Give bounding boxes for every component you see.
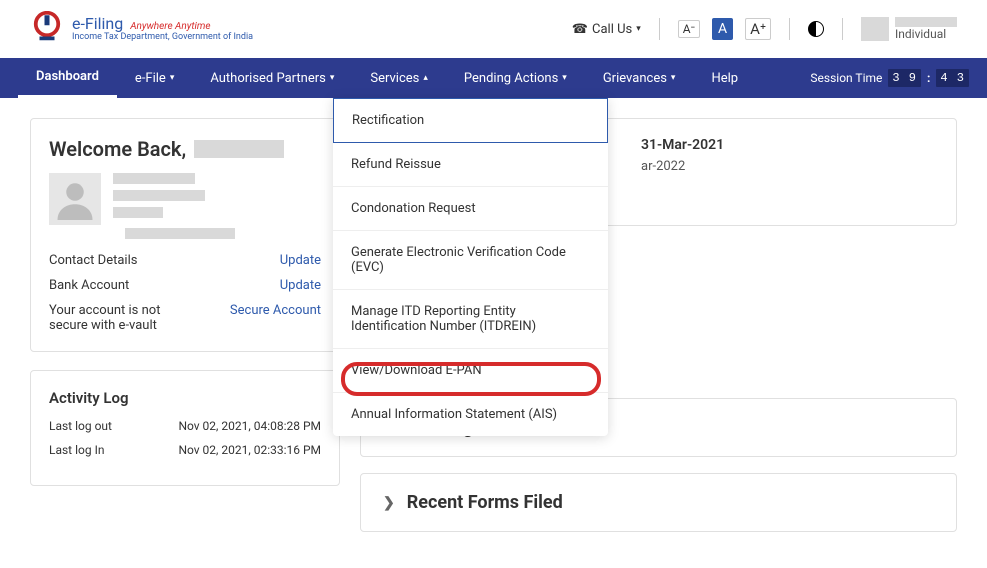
welcome-title: Welcome Back, <box>49 137 186 161</box>
bank-account-label: Bank Account <box>49 278 129 293</box>
menu-item-ais[interactable]: Annual Information Statement (AIS) <box>333 393 608 436</box>
page-content: Rectification Refund Reissue Condonation… <box>0 98 987 568</box>
user-avatar-placeholder <box>861 17 889 41</box>
brand-title: e-Filing <box>72 14 123 33</box>
redacted-line <box>125 228 235 239</box>
menu-item-condonation[interactable]: Condonation Request <box>333 187 608 231</box>
chevron-up-icon: ▴ <box>423 73 428 83</box>
fy-partial-date: ar-2022 <box>641 159 934 174</box>
nav-efile-label: e-File <box>135 71 166 86</box>
nav-help-label: Help <box>711 71 738 86</box>
last-login-value: Nov 02, 2021, 02:33:16 PM <box>178 443 321 457</box>
brand-subtitle: Income Tax Department, Government of Ind… <box>72 33 253 43</box>
fy-end-date: 31-Mar-2021 <box>641 137 934 153</box>
session-timer: Session Time 3 9 : 4 3 <box>810 69 969 87</box>
font-normal-button[interactable]: A <box>712 18 733 40</box>
last-login-row: Last log In Nov 02, 2021, 02:33:16 PM <box>49 443 321 457</box>
logo-area: e-Filing Anywhere Anytime Income Tax Dep… <box>30 9 253 49</box>
session-seconds: 4 3 <box>936 69 969 87</box>
nav-authorised-partners[interactable]: Authorised Partners ▾ <box>192 58 352 98</box>
nav-auth-label: Authorised Partners <box>210 71 326 86</box>
recent-forms-card[interactable]: ❯ Recent Forms Filed <box>360 473 957 532</box>
divider <box>789 18 790 40</box>
call-us-dropdown[interactable]: ☎ Call Us ▾ <box>572 22 641 37</box>
session-minutes: 3 9 <box>888 69 921 87</box>
font-decrease-button[interactable]: A⁻ <box>678 20 700 38</box>
chevron-right-icon: ❯ <box>383 495 395 511</box>
font-increase-button[interactable]: A⁺ <box>745 18 771 40</box>
chevron-down-icon: ▾ <box>671 73 676 83</box>
divider <box>659 18 660 40</box>
nav-efile[interactable]: e-File ▾ <box>117 58 192 98</box>
recent-forms-title: Recent Forms Filed <box>407 492 563 513</box>
contact-details-row: Contact Details Update <box>49 253 321 268</box>
last-logout-label: Last log out <box>49 419 112 433</box>
main-navbar: Dashboard e-File ▾ Authorised Partners ▾ S… <box>0 58 987 98</box>
menu-item-rectification[interactable]: Rectification <box>333 98 608 143</box>
contrast-toggle[interactable] <box>808 21 824 37</box>
secure-account-link[interactable]: Secure Account <box>230 303 321 318</box>
logo-text: e-Filing Anywhere Anytime Income Tax Dep… <box>72 15 253 42</box>
session-label: Session Time <box>810 71 882 85</box>
left-column: Welcome Back, Contact Details Update <box>30 118 340 548</box>
header-right: ☎ Call Us ▾ A⁻ A A⁺ Individual <box>572 17 957 41</box>
redacted-line <box>113 207 163 218</box>
activity-log-card: Activity Log Last log out Nov 02, 2021, … <box>30 370 340 486</box>
bank-account-row: Bank Account Update <box>49 278 321 293</box>
phone-icon: ☎ <box>572 22 588 37</box>
nav-griev-label: Grievances <box>603 71 667 86</box>
redacted-line <box>113 173 195 184</box>
user-type-label: Individual <box>895 27 957 41</box>
avatar-icon <box>49 173 101 225</box>
welcome-card: Welcome Back, Contact Details Update <box>30 118 340 352</box>
menu-item-epan[interactable]: View/Download E-PAN <box>333 349 608 393</box>
menu-item-refund-reissue[interactable]: Refund Reissue <box>333 143 608 187</box>
chevron-down-icon: ▾ <box>330 73 335 83</box>
page-header: e-Filing Anywhere Anytime Income Tax Dep… <box>0 0 987 58</box>
nav-services-label: Services <box>370 71 419 86</box>
nav-dashboard[interactable]: Dashboard <box>18 58 117 98</box>
menu-item-itdrein[interactable]: Manage ITD Reporting Entity Identificati… <box>333 290 608 349</box>
last-logout-row: Last log out Nov 02, 2021, 04:08:28 PM <box>49 419 321 433</box>
activity-log-title: Activity Log <box>49 389 321 407</box>
chevron-down-icon: ▾ <box>636 24 641 34</box>
profile-redacted-lines <box>113 173 235 239</box>
evault-warning: Your account is not secure with e-vault <box>49 303 179 333</box>
divider <box>842 18 843 40</box>
user-name-redacted <box>194 140 284 158</box>
chevron-down-icon: ▾ <box>170 73 175 83</box>
user-menu[interactable]: Individual <box>861 17 957 41</box>
contact-update-link[interactable]: Update <box>280 253 321 268</box>
welcome-title-row: Welcome Back, <box>49 137 321 161</box>
call-us-label: Call Us <box>592 22 632 37</box>
time-colon: : <box>927 71 930 85</box>
nav-services[interactable]: Services ▴ <box>352 58 446 98</box>
profile-row <box>49 173 321 239</box>
redacted-line <box>113 190 205 201</box>
menu-item-evc[interactable]: Generate Electronic Verification Code (E… <box>333 231 608 290</box>
nav-pending-actions[interactable]: Pending Actions ▾ <box>446 58 585 98</box>
nav-grievances[interactable]: Grievances ▾ <box>585 58 694 98</box>
nav-help[interactable]: Help <box>693 58 756 98</box>
brand-tagline: Anywhere Anytime <box>130 21 210 32</box>
last-login-label: Last log In <box>49 443 104 457</box>
govt-emblem-icon <box>30 9 64 49</box>
contact-details-label: Contact Details <box>49 253 137 268</box>
nav-dashboard-label: Dashboard <box>36 69 99 84</box>
last-logout-value: Nov 02, 2021, 04:08:28 PM <box>178 419 321 433</box>
user-name-redacted <box>895 17 957 27</box>
nav-pending-label: Pending Actions <box>464 71 558 86</box>
chevron-down-icon: ▾ <box>562 73 567 83</box>
services-dropdown-menu: Rectification Refund Reissue Condonation… <box>333 98 608 436</box>
evault-row: Your account is not secure with e-vault … <box>49 303 321 333</box>
bank-update-link[interactable]: Update <box>280 278 321 293</box>
